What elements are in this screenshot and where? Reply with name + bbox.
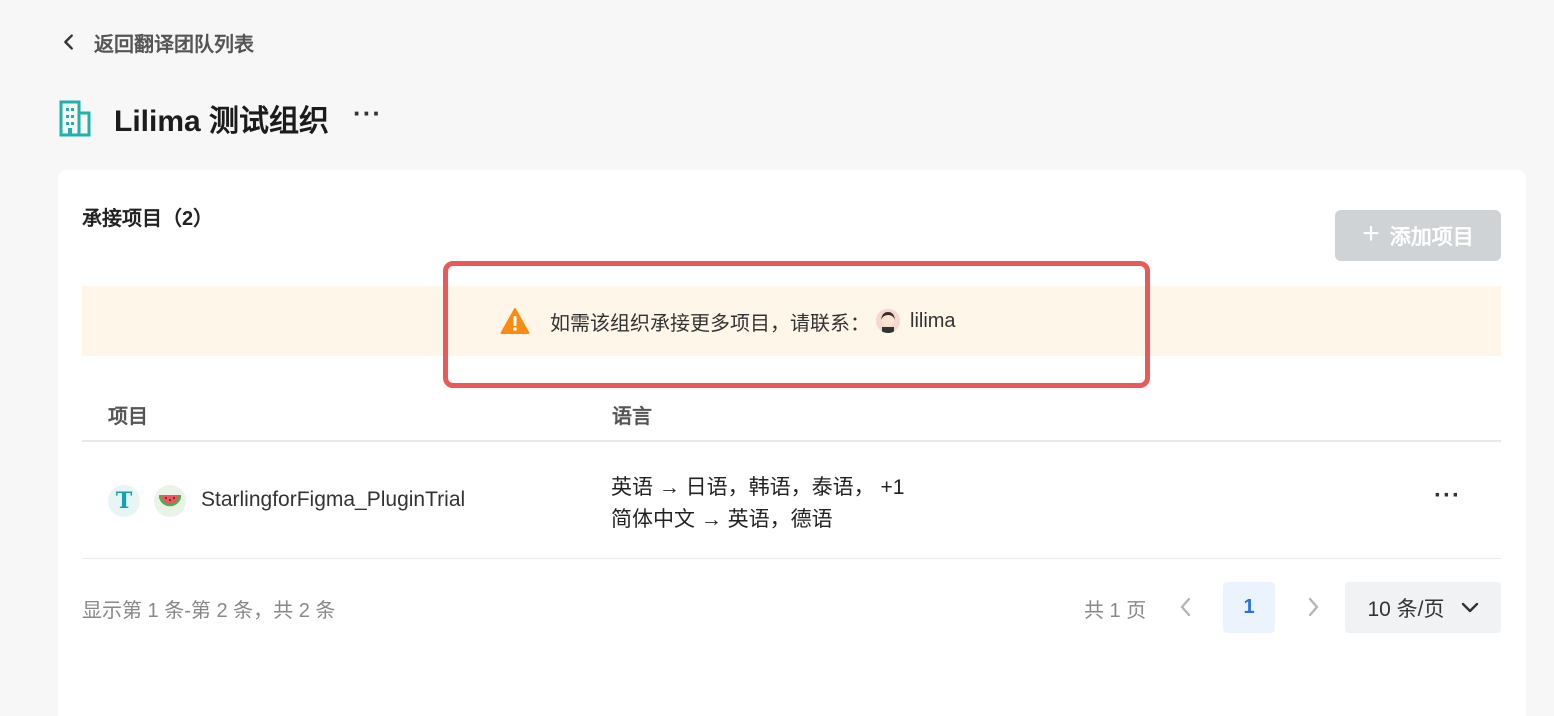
row-more-menu-button[interactable]: ··· bbox=[1434, 482, 1461, 510]
text-type-icon: T bbox=[108, 485, 140, 517]
building-icon bbox=[59, 100, 91, 137]
project-name-link[interactable]: StarlingforFigma_PluginTrial bbox=[201, 488, 465, 512]
page-size-select[interactable]: 10 条/页 bbox=[1345, 582, 1501, 633]
column-header-language: 语言 bbox=[612, 406, 652, 428]
table-header: 项目 语言 bbox=[82, 388, 1501, 442]
chevron-right-icon bbox=[1308, 597, 1319, 617]
language-cell: 英语 → 日语，韩语，泰语， +1 简体中文 → 英语，德语 bbox=[611, 472, 904, 536]
table-row[interactable]: T StarlingforFigma_PluginTrial 英语 → 日语，韩… bbox=[82, 442, 1501, 559]
page-title: Lilima 测试组织 bbox=[114, 105, 330, 138]
chevron-left-icon bbox=[1180, 597, 1191, 617]
add-project-label: 添加项目 bbox=[1389, 225, 1474, 249]
projects-card: 承接项目（2） + 添加项目 如需该组织承接更多项目，请联系： lilima 项… bbox=[58, 170, 1526, 716]
plus-icon: + bbox=[1362, 217, 1380, 250]
language-line: 英语 → 日语，韩语，泰语， +1 bbox=[611, 476, 905, 499]
chevron-left-icon bbox=[64, 34, 73, 50]
pagination-range-text: 显示第 1 条-第 2 条，共 2 条 bbox=[82, 600, 336, 622]
pagination-prev-button[interactable] bbox=[1175, 594, 1197, 620]
add-project-button[interactable]: + 添加项目 bbox=[1335, 210, 1501, 261]
chevron-down-icon bbox=[1461, 602, 1478, 612]
column-header-project: 项目 bbox=[108, 406, 148, 428]
pagination-next-button[interactable] bbox=[1302, 594, 1324, 620]
language-line: 简体中文 → 英语，德语 bbox=[611, 508, 833, 531]
highlight-box bbox=[443, 261, 1150, 388]
back-link-label: 返回翻译团队列表 bbox=[94, 33, 254, 56]
watermelon-icon bbox=[154, 485, 186, 517]
page-size-label: 10 条/页 bbox=[1367, 597, 1445, 621]
back-to-team-list-link[interactable]: 返回翻译团队列表 bbox=[58, 26, 254, 58]
section-title: 承接项目（2） bbox=[82, 208, 214, 230]
org-more-menu-button[interactable]: ··· bbox=[353, 100, 382, 133]
pagination-total-pages: 共 1 页 bbox=[1084, 600, 1147, 622]
pagination-page-1[interactable]: 1 bbox=[1223, 582, 1275, 633]
org-header: Lilima 测试组织 ··· bbox=[58, 96, 382, 140]
